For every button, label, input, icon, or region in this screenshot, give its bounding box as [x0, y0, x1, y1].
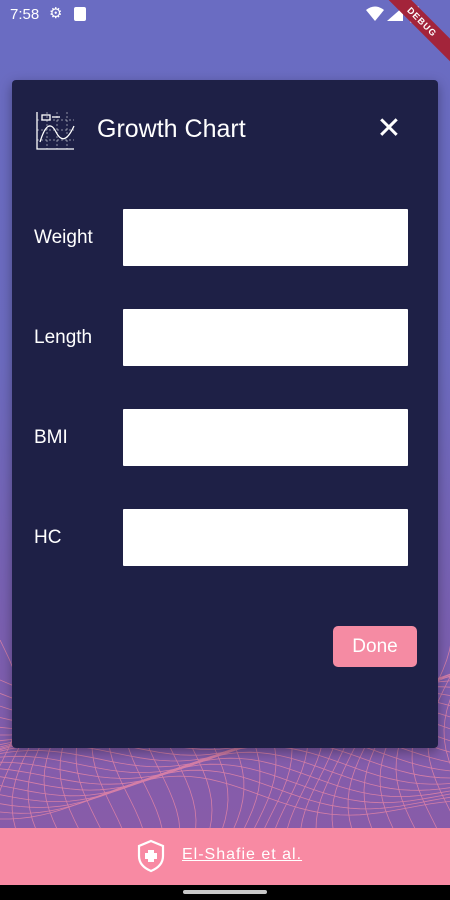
status-bar: 7:58 ⚙: [0, 0, 450, 30]
citation-link[interactable]: El-Shafie et al.: [182, 846, 302, 864]
hc-row: HC: [12, 509, 438, 567]
bmi-row: BMI: [12, 409, 438, 467]
sd-card-icon: [74, 7, 86, 21]
length-row: Length: [12, 309, 438, 367]
home-gesture-handle[interactable]: [183, 890, 267, 894]
length-input[interactable]: [123, 309, 408, 366]
weight-input[interactable]: [123, 209, 408, 266]
hc-input[interactable]: [123, 509, 408, 566]
shield-cross-icon: [137, 839, 165, 873]
growth-chart-icon: [36, 112, 75, 150]
status-time: 7:58: [10, 6, 40, 23]
bmi-input[interactable]: [123, 409, 408, 466]
close-button[interactable]: ✕: [374, 114, 404, 144]
weight-label: Weight: [34, 227, 93, 248]
gear-icon: ⚙: [49, 5, 63, 22]
done-button[interactable]: Done: [333, 626, 417, 667]
weight-row: Weight: [12, 209, 438, 267]
footer-bar: El-Shafie et al.: [0, 828, 450, 885]
wifi-icon: [366, 6, 384, 21]
dialog-title: Growth Chart: [97, 115, 246, 143]
navigation-bar: [0, 885, 450, 900]
growth-chart-dialog: Growth Chart ✕ Weight Length BMI HC Done: [12, 80, 438, 748]
hc-label: HC: [34, 527, 62, 548]
bmi-label: BMI: [34, 427, 68, 448]
wave-line: [0, 775, 450, 820]
length-label: Length: [34, 327, 93, 348]
